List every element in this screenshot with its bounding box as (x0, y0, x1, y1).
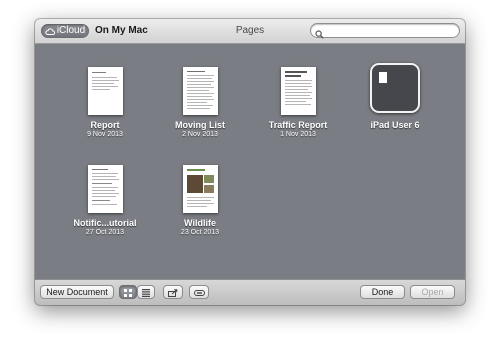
tag-icon (190, 289, 208, 296)
document-thumbnail (87, 165, 123, 213)
tag-button[interactable] (189, 285, 209, 299)
title-bar: iCloud On My Mac Pages (35, 19, 465, 44)
document-grid: Report 9 Nov 2013 Moving List 2 Nov 2013… (35, 44, 465, 280)
new-document-button[interactable]: New Document (40, 285, 114, 299)
share-button[interactable] (163, 285, 183, 299)
document-thumbnail (182, 67, 218, 115)
document-name: Notific...utorial (73, 218, 137, 228)
bottom-toolbar: New Document Done Open (35, 279, 465, 305)
folder-name: iPad User 6 (370, 120, 420, 130)
document-date: 2 Nov 2013 (182, 131, 218, 138)
list-icon (138, 288, 154, 297)
document-date: 9 Nov 2013 (87, 131, 123, 138)
search-field[interactable] (310, 23, 460, 39)
document-date: 23 Oct 2013 (180, 229, 220, 236)
document-report[interactable]: Report 9 Nov 2013 (60, 55, 150, 139)
folder-ipad-user-6[interactable]: iPad User 6 (350, 55, 440, 130)
document-wildlife[interactable]: Wildlife 23 Oct 2013 (155, 153, 245, 237)
share-icon (164, 288, 182, 297)
search-icon (315, 26, 324, 44)
document-thumbnail (182, 165, 218, 213)
icon-view-button[interactable] (119, 285, 137, 299)
document-name: Traffic Report (268, 120, 328, 130)
grid-icon (120, 288, 136, 297)
document-moving-list[interactable]: Moving List 2 Nov 2013 (155, 55, 245, 139)
document-thumbnail (280, 67, 316, 115)
document-notification-tutorial[interactable]: Notific...utorial 27 Oct 2013 (60, 153, 150, 237)
document-date: 27 Oct 2013 (85, 229, 125, 236)
folder-icon (370, 63, 420, 113)
document-name: Report (90, 120, 120, 130)
done-button[interactable]: Done (360, 285, 405, 299)
document-date: 1 Nov 2013 (280, 131, 316, 138)
open-button[interactable]: Open (410, 285, 455, 299)
document-traffic-report[interactable]: Traffic Report 1 Nov 2013 (253, 55, 343, 139)
document-thumbnail (87, 67, 123, 115)
document-name: Wildlife (184, 218, 216, 228)
list-view-button[interactable] (137, 285, 155, 299)
document-browser-window: iCloud On My Mac Pages Report 9 Nov 2013… (35, 19, 465, 305)
document-name: Moving List (175, 120, 225, 130)
search-input[interactable] (326, 24, 452, 37)
